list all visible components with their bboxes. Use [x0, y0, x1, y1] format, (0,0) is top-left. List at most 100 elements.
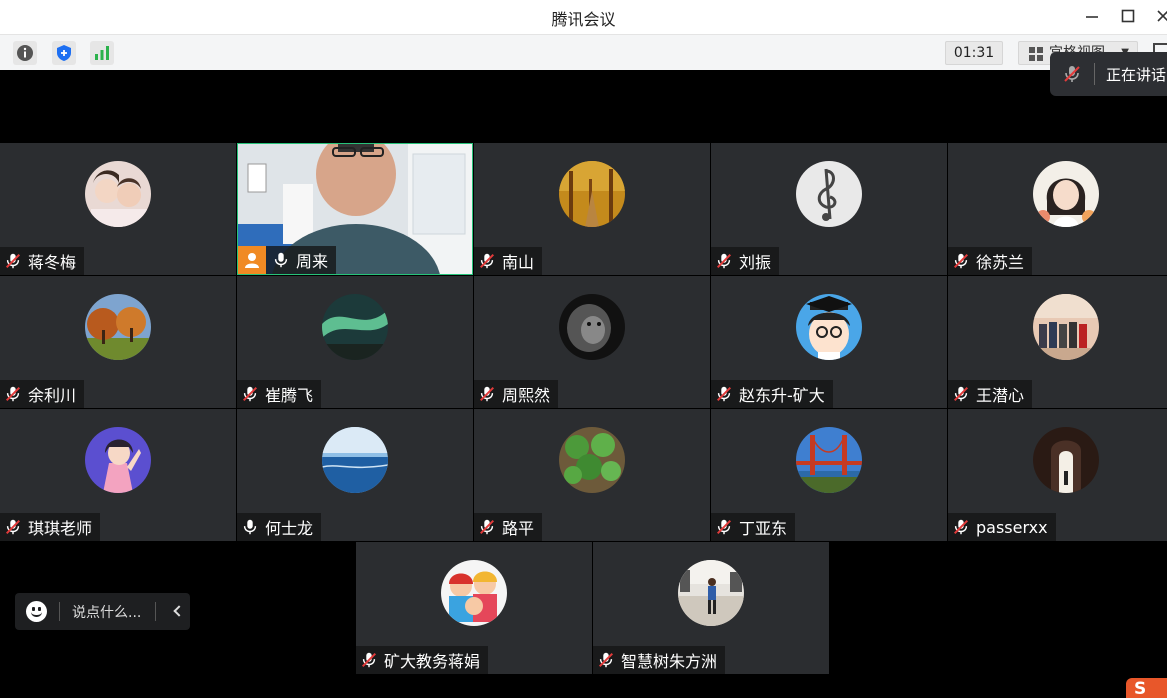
- signal-bars-icon: [95, 46, 109, 60]
- participant-video-tile[interactable]: 周来: [237, 143, 473, 275]
- participant-tile[interactable]: 路平: [474, 409, 710, 541]
- participant-tile[interactable]: 周熙然: [474, 276, 710, 408]
- mic-muted-icon: [953, 253, 969, 269]
- participant-tile[interactable]: 王潜心: [948, 276, 1167, 408]
- participant-name: 智慧树朱方洲: [621, 652, 718, 671]
- minimize-button[interactable]: [1080, 5, 1104, 27]
- avatar: [559, 427, 625, 493]
- host-user-icon: [245, 253, 259, 268]
- mic-icon: [243, 519, 257, 535]
- avatar: [85, 427, 151, 493]
- mic-muted-icon: [5, 519, 21, 535]
- meeting-window: 腾讯会议 01:31 宫格视图 ▼: [0, 0, 1167, 698]
- divider: [155, 602, 156, 621]
- maximize-icon: [1121, 9, 1135, 23]
- title-bar: 腾讯会议: [0, 0, 1167, 34]
- close-icon: [1157, 10, 1167, 22]
- participant-tile[interactable]: 何士龙: [237, 409, 473, 541]
- ime-logo-icon[interactable]: S: [1126, 678, 1167, 698]
- participant-name-bar: 崔腾飞: [237, 380, 322, 408]
- participant-name-bar: 周来: [238, 246, 337, 274]
- mic-muted-icon: [953, 519, 969, 535]
- chat-input-placeholder[interactable]: 说点什么...: [72, 602, 141, 622]
- participant-name: 何士龙: [265, 519, 314, 538]
- mic-muted-icon: [716, 386, 732, 402]
- participant-name: 矿大教务蒋娟: [384, 652, 481, 671]
- mic-muted-icon: [242, 386, 258, 402]
- divider: [1094, 63, 1095, 85]
- participant-name-bar: 路平: [474, 513, 543, 541]
- meeting-timer: 01:31: [945, 41, 1003, 65]
- mic-muted-icon: [1064, 66, 1080, 82]
- avatar: [1033, 427, 1099, 493]
- participant-tile[interactable]: 矿大教务蒋娟: [356, 542, 592, 674]
- speaking-indicator: 正在讲话:: [1050, 52, 1167, 96]
- network-status-button[interactable]: [90, 41, 114, 65]
- participant-tile[interactable]: 智慧树朱方洲: [593, 542, 829, 674]
- participant-name-bar: 王潜心: [948, 380, 1033, 408]
- participant-tile[interactable]: 余利川: [0, 276, 236, 408]
- speaking-label: 正在讲话:: [1106, 66, 1167, 84]
- window-title: 腾讯会议: [551, 10, 616, 29]
- chevron-left-icon[interactable]: [173, 605, 185, 617]
- emoji-icon[interactable]: [26, 601, 47, 622]
- mic-muted-icon: [5, 253, 21, 269]
- avatar: [85, 294, 151, 360]
- participant-name: 蒋冬梅: [28, 253, 77, 272]
- participant-name: 王潜心: [976, 386, 1025, 405]
- participant-name: 周熙然: [502, 386, 551, 405]
- mic-muted-icon: [953, 386, 969, 402]
- participant-name: 琪琪老师: [28, 519, 93, 538]
- participant-tile[interactable]: 南山: [474, 143, 710, 275]
- avatar: [322, 427, 388, 493]
- participant-name: 赵东升-矿大: [739, 386, 825, 405]
- meeting-toolbar: 01:31 宫格视图 ▼: [0, 34, 1167, 70]
- avatar: [85, 161, 151, 227]
- mic-muted-icon: [479, 386, 495, 402]
- participant-name-bar: 南山: [474, 247, 543, 275]
- participant-name-bar: 矿大教务蒋娟: [356, 646, 489, 674]
- participant-name-bar: 余利川: [0, 380, 85, 408]
- participant-tile[interactable]: 刘振: [711, 143, 947, 275]
- info-icon: [17, 45, 33, 61]
- shield-icon: [57, 45, 71, 61]
- grid-icon: [1029, 47, 1043, 61]
- mic-muted-icon: [479, 519, 495, 535]
- avatar: [559, 161, 625, 227]
- avatar: [678, 560, 744, 626]
- mic-muted-icon: [716, 253, 732, 269]
- participant-name-bar: 丁亚东: [711, 513, 796, 541]
- avatar: [796, 427, 862, 493]
- participant-name-bar: 赵东升-矿大: [711, 380, 833, 408]
- mic-muted-icon: [716, 519, 732, 535]
- participant-tile[interactable]: passerxx: [948, 409, 1167, 541]
- chat-input-bar[interactable]: 说点什么...: [15, 593, 190, 630]
- participant-name-bar: 何士龙: [237, 513, 322, 541]
- participant-name: 徐苏兰: [976, 253, 1025, 272]
- security-button[interactable]: [52, 41, 76, 65]
- avatar: [322, 294, 388, 360]
- participant-name: 余利川: [28, 386, 77, 405]
- maximize-button[interactable]: [1116, 5, 1140, 27]
- avatar: [559, 294, 625, 360]
- avatar: [796, 161, 862, 227]
- participant-name: 崔腾飞: [265, 386, 314, 405]
- minimize-icon: [1086, 16, 1098, 18]
- participant-name: 刘振: [739, 253, 772, 272]
- participant-name-bar: passerxx: [948, 513, 1056, 541]
- participant-tile[interactable]: 崔腾飞: [237, 276, 473, 408]
- participant-tile[interactable]: 蒋冬梅: [0, 143, 236, 275]
- participant-name-bar: 周熙然: [474, 380, 559, 408]
- participant-tile[interactable]: 丁亚东: [711, 409, 947, 541]
- info-button[interactable]: [13, 41, 37, 65]
- participant-name-bar: 琪琪老师: [0, 513, 101, 541]
- participant-name: 路平: [502, 519, 535, 538]
- participant-tile[interactable]: 徐苏兰: [948, 143, 1167, 275]
- participant-tile[interactable]: 赵东升-矿大: [711, 276, 947, 408]
- avatar: [1033, 161, 1099, 227]
- participant-tile[interactable]: 琪琪老师: [0, 409, 236, 541]
- close-button[interactable]: [1151, 5, 1167, 27]
- participant-name-bar: 徐苏兰: [948, 247, 1033, 275]
- participant-name: 丁亚东: [739, 519, 788, 538]
- mic-icon: [274, 252, 288, 268]
